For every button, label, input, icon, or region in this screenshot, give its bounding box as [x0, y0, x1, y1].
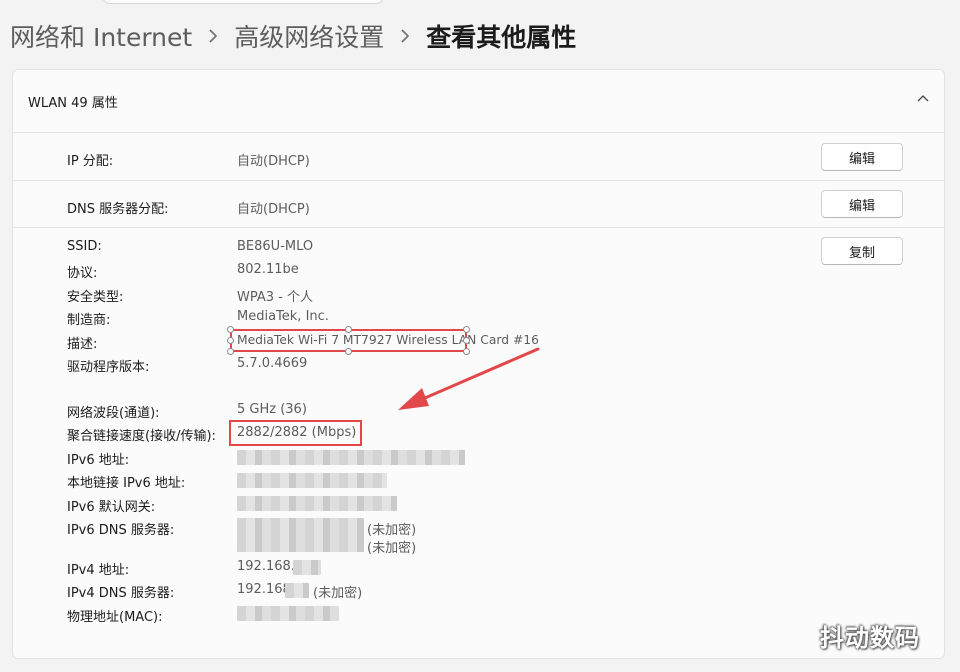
watermark-logo: 抖动数码	[820, 624, 920, 652]
red-arrow-icon	[398, 347, 540, 410]
